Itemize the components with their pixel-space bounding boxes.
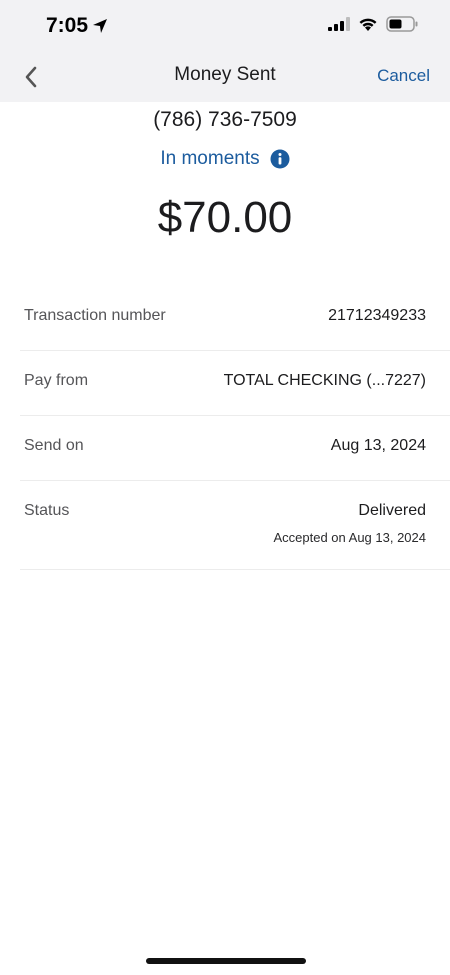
signal-icon xyxy=(328,17,350,31)
detail-row-status: Status Delivered Accepted on Aug 13, 202… xyxy=(20,481,450,570)
info-icon[interactable] xyxy=(270,149,290,169)
status-subvalue: Accepted on Aug 13, 2024 xyxy=(273,530,426,545)
back-button[interactable] xyxy=(14,60,48,94)
delivery-timing: In moments xyxy=(0,148,450,170)
detail-row-transaction-number: Transaction number 21712349233 xyxy=(20,286,450,351)
cancel-button[interactable]: Cancel xyxy=(377,66,430,86)
status-value: Delivered xyxy=(358,502,426,519)
transaction-details: Transaction number 21712349233 Pay from … xyxy=(20,286,450,570)
battery-icon xyxy=(386,16,418,32)
detail-value: Aug 13, 2024 xyxy=(330,437,426,454)
detail-value: 21712349233 xyxy=(328,307,426,324)
time-label: 7:05 xyxy=(46,14,89,37)
wifi-icon xyxy=(359,18,377,31)
home-indicator[interactable] xyxy=(146,958,306,964)
timing-label: In moments xyxy=(160,148,260,169)
detail-value: TOTAL CHECKING (...7227) xyxy=(223,372,426,389)
location-arrow-icon xyxy=(93,19,108,33)
detail-row-send-on: Send on Aug 13, 2024 xyxy=(20,416,450,481)
nav-bar: Money Sent Cancel xyxy=(0,52,450,102)
amount: $70.00 xyxy=(157,193,293,242)
detail-label: Transaction number xyxy=(24,307,166,324)
status-icons xyxy=(328,16,418,32)
detail-label: Send on xyxy=(24,437,84,454)
detail-row-pay-from: Pay from TOTAL CHECKING (...7227) xyxy=(20,351,450,416)
detail-label: Pay from xyxy=(24,372,89,389)
chevron-left-icon xyxy=(25,66,37,88)
detail-label: Status xyxy=(24,502,70,519)
status-time: 7:05 xyxy=(46,14,108,38)
status-bar: 7:05 xyxy=(0,0,450,52)
recipient-phone: (786) 736-7509 xyxy=(153,108,297,131)
